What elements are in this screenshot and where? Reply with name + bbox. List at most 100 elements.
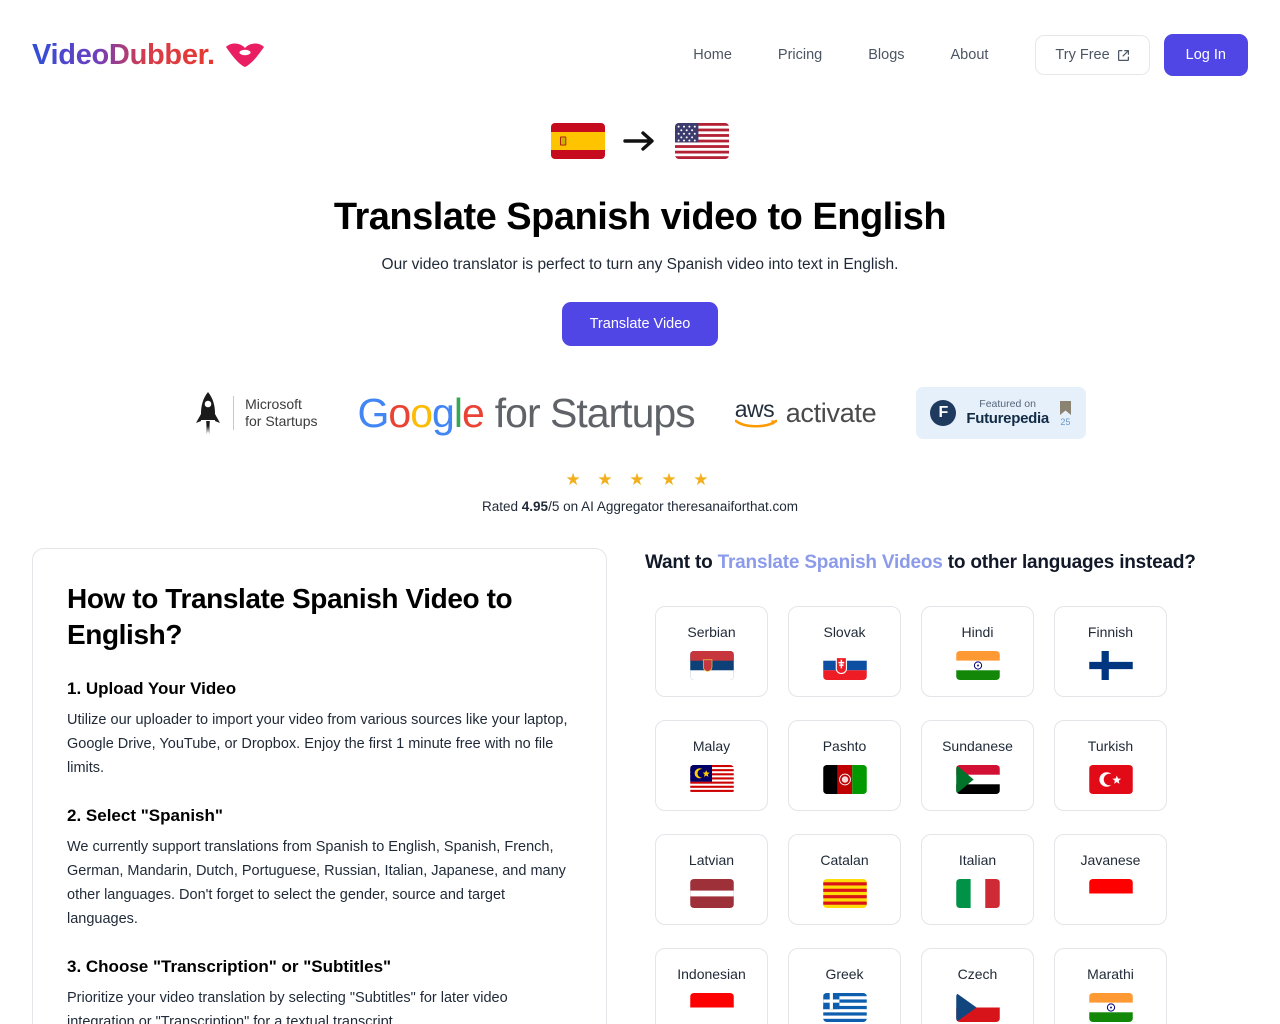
language-card-pashto[interactable]: Pashto [788,720,901,811]
indonesia-flag [689,992,734,1022]
language-card-label: Malay [692,737,731,754]
how-to-card: How to Translate Spanish Video to Englis… [32,548,607,1024]
futurepedia-count: 25 [1060,416,1071,427]
try-free-label: Try Free [1055,47,1110,63]
serbia-flag [689,650,734,680]
google-wordmark: Google [357,389,484,436]
how-to-title: How to Translate Spanish Video to Englis… [67,583,513,650]
lips-icon [225,43,264,67]
nav-item-about[interactable]: About [928,37,1012,73]
rating-text: Rated 4.95/5 on AI Aggregator theresanai… [0,499,1280,514]
catalonia-flag [822,878,867,908]
slovakia-flag [822,650,867,680]
hero-subtitle: Our video translator is perfect to turn … [381,256,899,273]
india-flag [955,650,1000,680]
language-card-label: Finnish [1087,623,1134,640]
microsoft-line1: Microsoft [245,395,302,412]
main-content: How to Translate Spanish Video to Englis… [0,514,1280,1024]
aws-suffix: activate [785,397,877,428]
language-card-indonesian[interactable]: Indonesian [655,948,768,1024]
latvia-flag [689,878,734,908]
language-card-finnish[interactable]: Finnish [1054,606,1167,697]
divider [233,396,235,430]
futurepedia-featured-label: Featured on [979,398,1036,411]
heading-prefix: Want to [645,552,718,573]
step-2-body: We currently support translations from S… [67,838,566,928]
other-languages-section: Want to Translate Spanish Videos to othe… [645,548,1248,1024]
language-card-slovak[interactable]: Slovak [788,606,901,697]
language-card-hindi[interactable]: Hindi [921,606,1034,697]
language-card-label: Javanese [1080,851,1141,868]
heading-link[interactable]: Translate Spanish Videos [718,552,943,573]
nav-item-pricing[interactable]: Pricing [755,37,845,73]
language-card-label: Turkish [1087,737,1134,754]
language-card-label: Sundanese [942,737,1013,754]
arrow-right-icon [623,131,654,151]
partner-logos: Microsoft for Startups Google for Startu… [0,382,1280,444]
language-grid: Serbian Slovak Hindi Finnish Malay Pashto Sund… [645,606,1248,1024]
step-1-body: Utilize our uploader to import your vide… [67,711,568,776]
language-card-label: Hindi [961,623,994,640]
heading-suffix: to other languages instead? [942,552,1196,573]
step-1-title: 1. Upload Your Video [67,678,237,698]
turkey-flag [1088,764,1133,794]
futurepedia-bookmark: 25 [1059,400,1072,427]
language-card-turkish[interactable]: Turkish [1054,720,1167,811]
indonesia-flag [1088,878,1133,908]
microsoft-label: Microsoft for Startups [245,396,317,430]
logo-text: VideoDubber. [32,38,215,71]
google-for-startups-logo: Google for Startups [357,389,695,437]
step-3-body: Prioritize your video translation by sel… [67,990,508,1024]
language-card-javanese[interactable]: Javanese [1054,834,1167,925]
language-card-sundanese[interactable]: Sundanese [921,720,1034,811]
language-card-label: Indonesian [677,965,746,982]
language-pair [0,118,1280,164]
sundanese-flag [955,764,1000,794]
step-2-title: 2. Select "Spanish" [67,805,223,825]
language-card-catalan[interactable]: Catalan [788,834,901,925]
language-card-latvian[interactable]: Latvian [655,834,768,925]
futurepedia-brand: Futurepedia [966,410,1049,428]
bookmark-icon [1059,400,1071,415]
usa-flag [675,123,729,159]
language-card-label: Italian [958,851,997,868]
futurepedia-text: Featured on Futurepedia [966,398,1049,427]
aws-word: aws [734,395,775,422]
language-card-label: Serbian [687,623,736,640]
italy-flag [955,878,1000,908]
try-free-button[interactable]: Try Free [1035,35,1150,75]
language-card-czech[interactable]: Czech [921,948,1034,1024]
nav-item-home[interactable]: Home [670,37,755,73]
language-card-label: Greek [825,965,864,982]
rating-suffix: /5 on AI Aggregator theresanaiforthat.co… [548,499,798,514]
language-card-label: Pashto [822,737,867,754]
other-languages-heading: Want to Translate Spanish Videos to othe… [645,552,1248,574]
language-card-label: Marathi [1087,965,1134,982]
microsoft-line2: for Startups [245,413,318,429]
rating-block: ★ ★ ★ ★ ★ Rated 4.95/5 on AI Aggregator … [0,470,1280,514]
site-header: VideoDubber. Home Pricing Blogs About Tr… [0,0,1280,110]
aws-activate-logo: aws activate [734,395,877,429]
main-nav: Home Pricing Blogs About Try Free Log In [670,34,1248,76]
language-card-italian[interactable]: Italian [921,834,1034,925]
nav-item-blogs[interactable]: Blogs [845,37,927,73]
step-3-title: 3. Choose "Transcription" or "Subtitles" [67,957,392,977]
language-card-serbian[interactable]: Serbian [655,606,768,697]
translate-video-button[interactable]: Translate Video [561,302,719,346]
login-button[interactable]: Log In [1163,34,1248,76]
india-flag [1088,992,1133,1022]
language-card-malay[interactable]: Malay [655,720,768,811]
language-card-greek[interactable]: Greek [788,948,901,1024]
greece-flag [822,992,867,1022]
hero-section: Translate Spanish video to English Our v… [0,110,1280,514]
logo[interactable]: VideoDubber. [32,39,265,72]
page-title: Translate Spanish video to English [333,196,947,238]
microsoft-for-startups-logo: Microsoft for Startups [194,390,317,436]
language-card-label: Latvian [688,851,735,868]
aws-smile-icon [734,419,777,428]
futurepedia-badge[interactable]: F Featured on Futurepedia 25 [916,387,1086,439]
language-card-marathi[interactable]: Marathi [1054,948,1167,1024]
futurepedia-logo-icon: F [930,400,957,426]
rating-score: 4.95 [521,499,549,514]
malaysia-flag [689,764,734,794]
